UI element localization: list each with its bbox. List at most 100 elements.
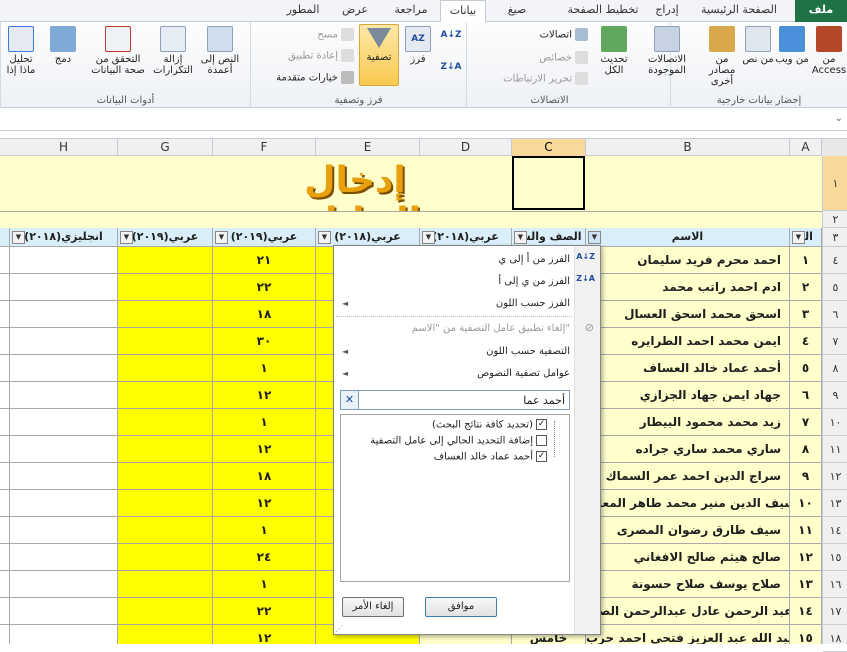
column-f[interactable]: F	[213, 139, 316, 156]
cell-i[interactable]	[0, 301, 10, 328]
tab-formulas[interactable]: صيغ	[486, 0, 548, 22]
column-h[interactable]: H	[10, 139, 118, 156]
cell-f[interactable]: ١٢	[213, 382, 316, 409]
menu-filter-color[interactable]: التصفية حسب اللون	[486, 346, 570, 357]
menu-clear-filter[interactable]: إلغاء تطبيق عامل التصفية من "الاسم"	[412, 323, 570, 334]
clear-search-icon[interactable]: ✕	[341, 391, 359, 409]
refresh-all-button[interactable]: تحديث الكل	[595, 26, 633, 76]
cell-name[interactable]: صالح هيثم صالح الافغاني	[586, 544, 790, 571]
column-d[interactable]: D	[420, 139, 512, 156]
cell-h[interactable]	[10, 382, 118, 409]
cell-h[interactable]	[10, 463, 118, 490]
cell-g[interactable]	[118, 247, 213, 274]
cell-g[interactable]	[118, 517, 213, 544]
menu-sort-color[interactable]: الفرز حسب اللون	[496, 298, 570, 309]
row-header[interactable]: ٩	[823, 382, 847, 409]
cell-i[interactable]	[0, 571, 10, 598]
cell-f[interactable]: ١٨	[213, 301, 316, 328]
cell-i[interactable]	[0, 274, 10, 301]
cell-g[interactable]	[118, 571, 213, 598]
filter-button[interactable]: تصفية	[359, 24, 399, 86]
whatif-button[interactable]: تحليل ماذا إذا	[1, 26, 41, 76]
sort-button[interactable]: AZ فرز	[401, 26, 435, 65]
cell-n[interactable]: ١٠	[790, 490, 822, 517]
cell-f[interactable]: ٢٢	[213, 598, 316, 625]
cell-f[interactable]: ٢٤	[213, 544, 316, 571]
search-input[interactable]: أحمد عما	[523, 394, 565, 407]
reapply-button[interactable]: إعادة تطبيق	[288, 49, 354, 62]
from-access-button[interactable]: من Access	[810, 26, 847, 76]
cell-i[interactable]	[0, 517, 10, 544]
row-header[interactable]: ٨	[823, 355, 847, 382]
cell-name[interactable]: اسحق محمد اسحق العسال	[586, 301, 790, 328]
consolidate-button[interactable]: دمج	[43, 26, 83, 65]
checkbox-unchecked-icon[interactable]	[536, 435, 547, 446]
cell-f[interactable]: ١	[213, 355, 316, 382]
cell-f[interactable]: ١٢	[213, 436, 316, 463]
row-header[interactable]: ١٨	[823, 625, 847, 652]
cell-name[interactable]: سيف الدين منير محمد طاهر المعلوا	[586, 490, 790, 517]
filter-dropdown-d[interactable]: ▼	[422, 231, 435, 244]
cell-name[interactable]: ادم احمد راتب محمد	[586, 274, 790, 301]
row-header[interactable]: ٣	[823, 228, 847, 247]
row-header[interactable]: ١	[823, 156, 847, 211]
cell-h[interactable]	[10, 571, 118, 598]
row-header[interactable]: ١٧	[823, 598, 847, 625]
cell-f[interactable]: ١٢	[213, 625, 316, 644]
cell-g[interactable]	[118, 544, 213, 571]
cell-name[interactable]: زيد محمد محمود البيطار	[586, 409, 790, 436]
cell-g[interactable]	[118, 355, 213, 382]
cell-n[interactable]: ١٣	[790, 571, 822, 598]
row-header[interactable]: ٥	[823, 274, 847, 301]
cell-n[interactable]: ١٤	[790, 598, 822, 625]
column-g[interactable]: G	[118, 139, 213, 156]
formula-bar[interactable]: ⌄	[0, 109, 847, 131]
row-header[interactable]: ٦	[823, 301, 847, 328]
cell-f[interactable]: ١	[213, 517, 316, 544]
cell-name[interactable]: احمد محرم فريد سليمان	[586, 247, 790, 274]
cancel-button[interactable]: إلغاء الأمر	[342, 597, 404, 617]
row-header[interactable]: ٢	[823, 211, 847, 228]
cell-g[interactable]	[118, 301, 213, 328]
cell-i[interactable]	[0, 328, 10, 355]
cell-i[interactable]	[0, 436, 10, 463]
cell-n[interactable]: ١٥	[790, 625, 822, 644]
tab-file[interactable]: ملف	[795, 0, 847, 22]
cell-i[interactable]	[0, 625, 10, 644]
cell-h[interactable]	[10, 409, 118, 436]
cell-i[interactable]	[0, 490, 10, 517]
cell-h[interactable]	[10, 625, 118, 644]
cell-f[interactable]: ١	[213, 571, 316, 598]
cell-f[interactable]: ١٨	[213, 463, 316, 490]
cell-name[interactable]: ساري محمد ساري جراده	[586, 436, 790, 463]
cell-n[interactable]: ١٢	[790, 544, 822, 571]
remove-duplicates-button[interactable]: إزالة التكرارات	[151, 26, 195, 76]
row-header[interactable]: ٧	[823, 328, 847, 355]
cell-n[interactable]: ٩	[790, 463, 822, 490]
cell-f[interactable]: ٣٠	[213, 328, 316, 355]
cell-name[interactable]: ايمن محمد احمد الطرايره	[586, 328, 790, 355]
cell-f[interactable]: ٢١	[213, 247, 316, 274]
row-header[interactable]: ١٦	[823, 571, 847, 598]
cell-f[interactable]: ١٢	[213, 490, 316, 517]
tab-data[interactable]: بيانات	[440, 0, 486, 23]
cell-h[interactable]	[10, 328, 118, 355]
cell-g[interactable]	[118, 625, 213, 644]
filter-dropdown-a[interactable]: ▼	[792, 231, 805, 244]
cell-g[interactable]	[118, 328, 213, 355]
menu-text-filters[interactable]: عوامل تصفية النصوص	[477, 368, 570, 379]
resize-grip-icon[interactable]: ⋰	[335, 624, 343, 633]
row-header[interactable]: ١٢	[823, 463, 847, 490]
cell-i[interactable]	[0, 355, 10, 382]
tab-review[interactable]: مراجعة	[384, 0, 438, 22]
cell-name[interactable]: أحمد عماد خالد العساف	[586, 355, 790, 382]
menu-sort-az[interactable]: الفرز من أ إلى ي	[498, 254, 570, 265]
advanced-button[interactable]: خيارات متقدمة	[276, 71, 354, 84]
filter-dropdown-f[interactable]: ▼	[215, 231, 228, 244]
cell-i[interactable]	[0, 463, 10, 490]
cell-n[interactable]: ٣	[790, 301, 822, 328]
cell-n[interactable]: ٤	[790, 328, 822, 355]
filter-item-select-all[interactable]: (تحديد كافة نتائج البحث) ✓	[432, 419, 547, 431]
select-all-corner[interactable]	[822, 139, 847, 156]
text-to-columns-button[interactable]: النص إلى أعمدة	[195, 26, 245, 76]
